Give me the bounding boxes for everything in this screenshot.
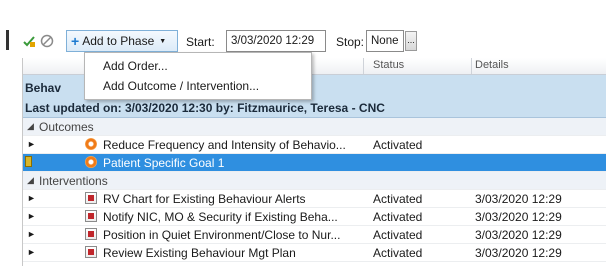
item-status: Activated [373,228,423,242]
pane-edge [6,30,9,50]
table-row[interactable]: ► RV Chart for Existing Behaviour Alerts… [23,190,606,208]
outcome-icon [85,138,97,150]
item-status: Activated [373,192,423,206]
add-to-phase-label: Add to Phase [82,34,155,48]
item-name: Reduce Frequency and Intensity of Behavi… [103,138,346,152]
order-icon [85,228,97,240]
order-icon [85,192,97,204]
add-to-phase-menu: Add Order... Add Outcome / Intervention.… [84,52,312,100]
collapse-icon[interactable]: ◢ [27,175,34,186]
item-status: Activated [373,246,423,260]
phase-title: Behav [25,81,62,95]
start-label: Start: [186,35,215,49]
item-status: Activated [373,138,423,152]
collapse-icon[interactable]: ◢ [27,121,34,132]
outcome-icon [85,156,97,168]
chevron-down-icon: ▼ [159,37,167,45]
item-status: Activated [373,210,423,224]
menu-item-add-order[interactable]: Add Order... [103,59,168,73]
item-name: Patient Specific Goal 1 [103,156,225,170]
cancel-circle-icon[interactable] [40,34,54,48]
order-icon [85,210,97,222]
item-name: Review Existing Behaviour Mgt Plan [103,246,296,260]
column-header-details[interactable]: Details [475,59,509,71]
stop-label: Stop: [336,35,365,49]
expand-arrow-icon[interactable]: ► [27,247,36,257]
item-name: RV Chart for Existing Behaviour Alerts [103,192,306,206]
plus-icon: + [71,33,80,49]
item-name: Position in Quiet Environment/Close to N… [103,228,341,242]
table-row-selected[interactable]: Patient Specific Goal 1 [23,154,606,172]
table-row[interactable]: ► Position in Quiet Environment/Close to… [23,226,606,244]
stop-date-field[interactable]: None [366,30,404,52]
item-name: Notify NIC, MO & Security if Existing Be… [103,210,338,224]
item-details: 3/03/2020 12:29 [475,228,562,242]
table-row[interactable]: ► Review Existing Behaviour Mgt Plan Act… [23,244,606,262]
table-row[interactable]: ► Notify NIC, MO & Security if Existing … [23,208,606,226]
check-pencil-icon[interactable] [22,34,36,48]
item-details: 3/03/2020 12:29 [475,192,562,206]
last-updated-text: Last updated on: 3/03/2020 12:30 by: Fit… [25,101,385,115]
item-details: 3/03/2020 12:29 [475,210,562,224]
toolbar: + Add to Phase ▼ Start: 3/03/2020 12:29 … [0,0,606,58]
expand-arrow-icon[interactable]: ► [27,139,36,149]
item-details: 3/03/2020 12:29 [475,246,562,260]
start-date-field[interactable]: 3/03/2020 12:29 [226,30,326,52]
section-row-outcomes[interactable]: ◢ Outcomes [23,118,606,136]
stop-date-value: None [371,35,399,47]
section-label: Outcomes [39,120,94,134]
menu-item-add-outcome-intervention[interactable]: Add Outcome / Intervention... [103,79,259,93]
section-label: Interventions [39,174,108,188]
expand-arrow-icon[interactable]: ► [27,193,36,203]
stop-date-picker-button[interactable]: ... [405,31,417,51]
column-header-status[interactable]: Status [373,59,404,71]
goal-marker-icon [25,156,32,167]
expand-arrow-icon[interactable]: ► [27,229,36,239]
expand-arrow-icon[interactable]: ► [27,211,36,221]
order-icon [85,246,97,258]
table-row[interactable]: ► Reduce Frequency and Intensity of Beha… [23,136,606,154]
start-date-value: 3/03/2020 12:29 [231,35,315,47]
section-row-interventions[interactable]: ◢ Interventions [23,172,606,190]
add-to-phase-button[interactable]: + Add to Phase ▼ [66,30,178,52]
